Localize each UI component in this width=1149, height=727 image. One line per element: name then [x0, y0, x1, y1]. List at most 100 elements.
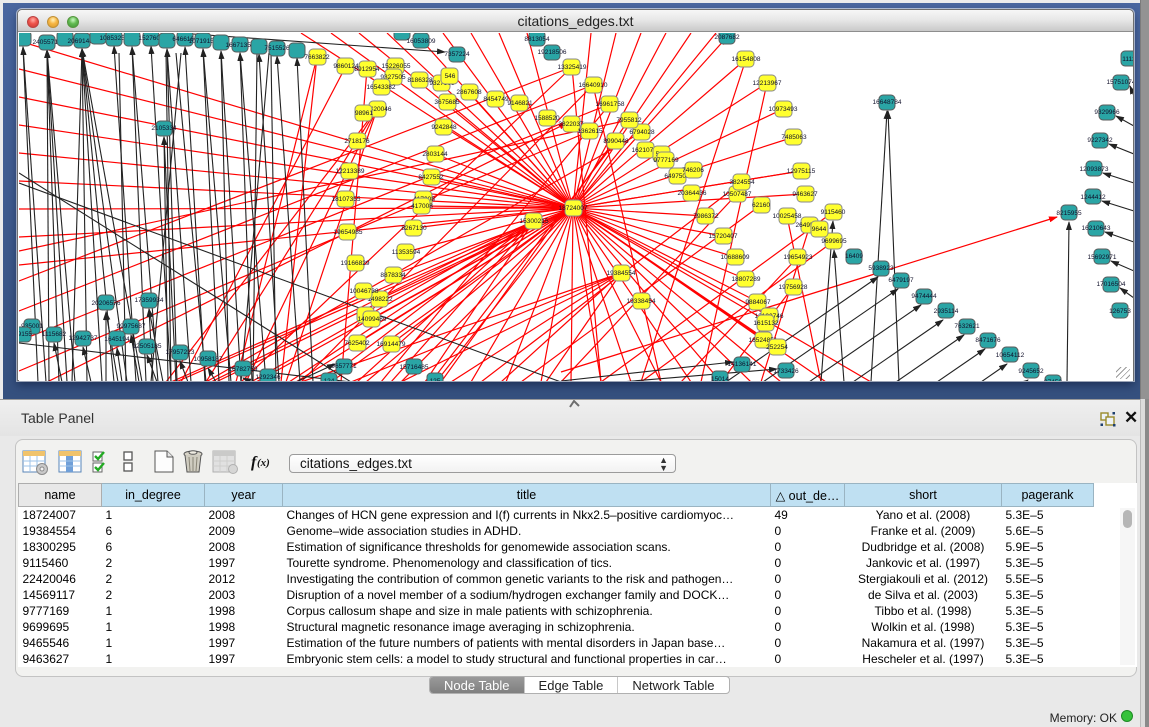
svg-text:2803144: 2803144: [422, 151, 448, 158]
svg-text:20206576: 20206576: [92, 300, 121, 307]
svg-text:16782759: 16782759: [229, 366, 258, 373]
svg-text:7955812: 7955812: [616, 117, 642, 124]
svg-text:19756928: 19756928: [779, 284, 808, 291]
svg-text:15751074: 15751074: [1107, 79, 1133, 86]
svg-text:10507487: 10507487: [723, 191, 752, 198]
svg-text:8878334: 8878334: [380, 272, 406, 279]
svg-text:12505185: 12505185: [133, 343, 162, 350]
svg-text:1112: 1112: [1122, 56, 1133, 63]
svg-text:19338454: 19338454: [627, 298, 656, 305]
svg-text:1645194: 1645194: [104, 336, 130, 343]
svg-text:1362615: 1362615: [577, 128, 603, 135]
svg-text:15300215: 15300215: [520, 218, 549, 225]
svg-text:18724007: 18724007: [559, 205, 588, 212]
svg-text:9884067: 9884067: [745, 299, 771, 306]
svg-text:9463627: 9463627: [792, 191, 818, 198]
svg-text:3675685: 3675685: [434, 99, 460, 106]
svg-text:9227342: 9227342: [1087, 137, 1113, 144]
svg-text:13325419: 13325419: [558, 64, 587, 71]
svg-text:1115682: 1115682: [42, 331, 67, 338]
svg-text:1733426: 1733426: [773, 368, 799, 375]
svg-text:252254: 252254: [766, 344, 788, 351]
svg-text:9699695: 9699695: [821, 238, 847, 245]
svg-text:12213967: 12213967: [753, 80, 782, 87]
svg-text:9245652: 9245652: [1018, 368, 1044, 375]
svg-text:7625402: 7625402: [344, 340, 370, 347]
svg-text:9657771: 9657771: [331, 363, 357, 370]
svg-text:39155: 39155: [19, 331, 32, 338]
svg-text:9329966: 9329966: [1094, 109, 1120, 116]
svg-text:8471676: 8471676: [975, 337, 1001, 344]
svg-text:7986372: 7986372: [693, 213, 719, 220]
svg-text:19218506: 19218506: [538, 49, 567, 56]
svg-text:746206: 746206: [682, 167, 704, 174]
svg-text:2935114: 2935114: [934, 308, 959, 315]
svg-text:8454749: 8454749: [483, 96, 509, 103]
svg-text:18807289: 18807289: [732, 276, 761, 283]
svg-text:12942737: 12942737: [69, 335, 98, 342]
svg-text:19166829: 19166829: [341, 260, 370, 267]
svg-text:17016504: 17016504: [1097, 281, 1126, 288]
svg-text:2718176: 2718176: [344, 138, 370, 145]
svg-text:124: 124: [324, 378, 335, 381]
svg-text:6479197: 6479197: [888, 277, 914, 284]
svg-text:5938923: 5938923: [868, 265, 894, 272]
svg-text:8912954: 8912954: [354, 66, 380, 73]
svg-text:546: 546: [445, 73, 456, 80]
svg-text:16640910: 16640910: [579, 82, 608, 89]
svg-text:10688609: 10688609: [721, 254, 750, 261]
svg-text:15720407: 15720407: [709, 233, 738, 240]
svg-text:15716485: 15716485: [400, 364, 429, 371]
svg-text:8215955: 8215955: [1056, 210, 1082, 217]
svg-text:19384554: 19384554: [607, 270, 636, 277]
svg-text:8267130: 8267130: [401, 225, 427, 232]
svg-text:126753: 126753: [1109, 308, 1131, 315]
svg-text:15014: 15014: [711, 376, 729, 381]
svg-text:16648784: 16648784: [873, 99, 902, 106]
svg-text:17359934: 17359934: [135, 297, 164, 304]
svg-text:12975115: 12975115: [787, 168, 816, 175]
svg-text:1615132: 1615132: [753, 320, 779, 327]
svg-text:99975687: 99975687: [117, 323, 146, 330]
svg-text:9146821: 9146821: [507, 100, 533, 107]
svg-text:16154808: 16154808: [732, 56, 761, 63]
svg-text:17957223: 17957223: [166, 349, 195, 356]
svg-text:8813054: 8813054: [524, 36, 550, 43]
svg-text:98961: 98961: [355, 110, 373, 117]
svg-text:6794028: 6794028: [629, 129, 655, 136]
svg-text:2087682: 2087682: [714, 34, 740, 41]
svg-text:3824554: 3824554: [729, 179, 755, 186]
svg-text:16210643: 16210643: [1082, 225, 1111, 232]
svg-text:16671355: 16671355: [226, 42, 255, 49]
svg-text:12213389: 12213389: [336, 168, 365, 175]
svg-text:15692971: 15692971: [1088, 254, 1117, 261]
svg-text:10958187: 10958187: [194, 356, 223, 363]
svg-text:19654985: 19654985: [334, 229, 363, 236]
svg-text:10025458: 10025458: [773, 213, 802, 220]
svg-text:9242848: 9242848: [431, 124, 457, 131]
svg-text:9777169: 9777169: [653, 157, 679, 164]
svg-text:7357224: 7357224: [444, 51, 470, 58]
svg-text:3822037: 3822037: [558, 121, 584, 128]
svg-text:10973493: 10973493: [769, 106, 798, 113]
svg-text:10046738: 10046738: [350, 288, 379, 295]
svg-text:7632621: 7632621: [954, 323, 980, 330]
svg-text:417008: 417008: [411, 203, 433, 210]
svg-text:2867608: 2867608: [456, 89, 482, 96]
svg-text:18107355: 18107355: [332, 196, 361, 203]
svg-text:14136141: 14136141: [728, 361, 757, 368]
svg-text:11353594: 11353594: [392, 249, 421, 256]
svg-text:1292346: 1292346: [255, 374, 281, 381]
svg-text:12093873: 12093873: [1080, 166, 1109, 173]
svg-text:9115460: 9115460: [821, 209, 846, 216]
svg-text:16543382: 16543382: [367, 84, 396, 91]
svg-text:62160: 62160: [752, 202, 770, 209]
svg-text:9474444: 9474444: [911, 293, 937, 300]
svg-text:7663822: 7663822: [304, 54, 330, 61]
svg-text:14099489: 14099489: [358, 316, 387, 323]
svg-text:16914479: 16914479: [377, 341, 406, 348]
svg-text:16409: 16409: [845, 253, 863, 260]
svg-text:1588520: 1588520: [534, 115, 560, 122]
svg-text:8990448: 8990448: [603, 138, 629, 145]
svg-text:2105334: 2105334: [151, 125, 177, 132]
